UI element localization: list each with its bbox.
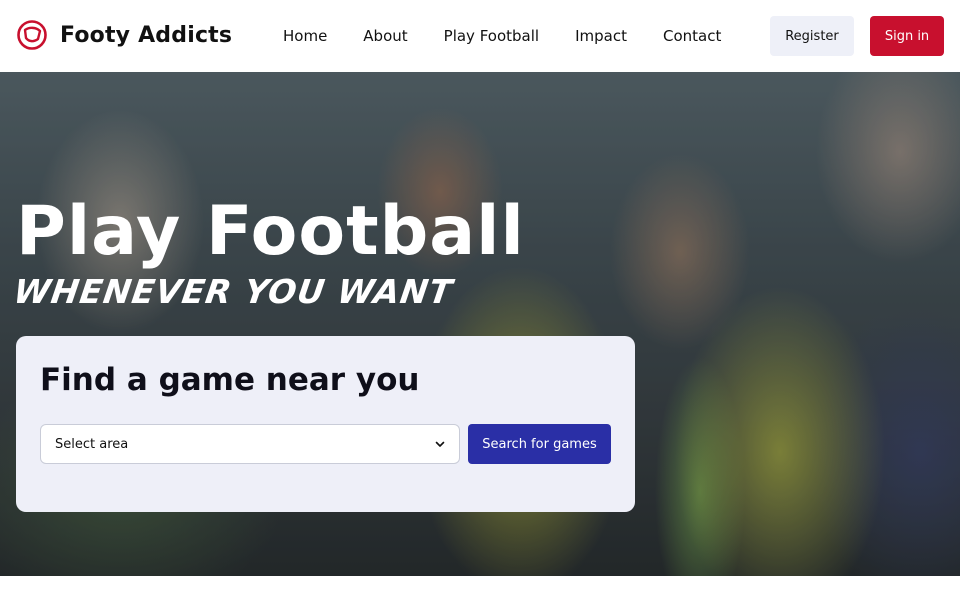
hero-subtitle: WHENEVER YOU WANT <box>11 272 456 311</box>
nav-play-football[interactable]: Play Football <box>444 27 539 45</box>
main-nav: Home About Play Football Impact Contact <box>283 0 721 72</box>
hero-banner: Play Football WHENEVER YOU WANT Find a g… <box>0 72 960 576</box>
area-select[interactable]: Select area <box>40 424 460 464</box>
nav-about[interactable]: About <box>363 27 407 45</box>
hero-title: Play Football <box>16 192 525 271</box>
game-search-card: Find a game near you Select area Search … <box>16 336 635 512</box>
page-content-start <box>0 576 960 600</box>
site-header: Footy Addicts Home About Play Football I… <box>0 0 960 72</box>
search-games-button[interactable]: Search for games <box>468 424 611 464</box>
search-heading: Find a game near you <box>40 362 420 398</box>
nav-impact[interactable]: Impact <box>575 27 627 45</box>
register-button[interactable]: Register <box>770 16 854 56</box>
nav-home[interactable]: Home <box>283 27 327 45</box>
area-select-value: Select area <box>55 436 129 452</box>
sign-in-button[interactable]: Sign in <box>870 16 944 56</box>
nav-contact[interactable]: Contact <box>663 27 721 45</box>
brand-name: Footy Addicts <box>60 22 233 48</box>
chevron-down-icon <box>435 441 445 447</box>
brand-logo[interactable]: Footy Addicts <box>16 19 232 51</box>
football-logo-icon <box>17 20 47 50</box>
